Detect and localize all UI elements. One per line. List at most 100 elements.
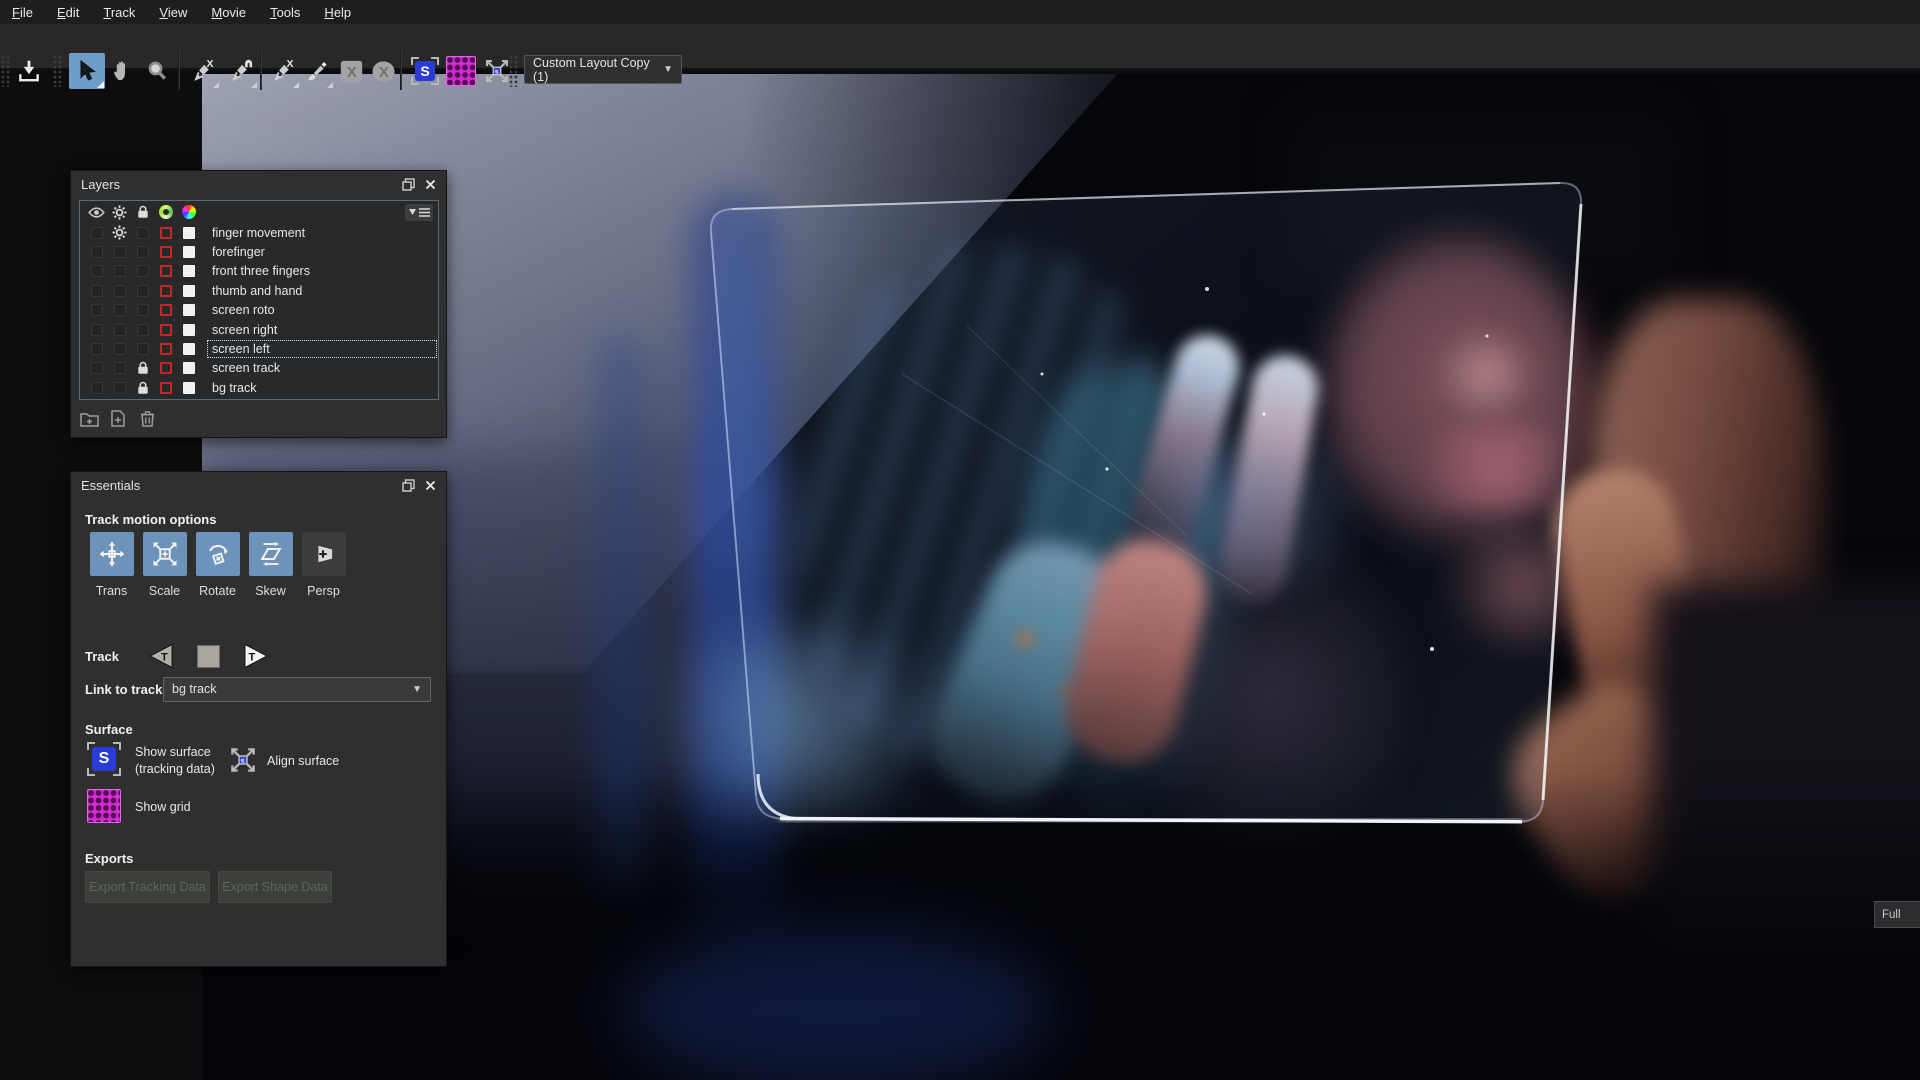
- motion-shear-button[interactable]: [249, 532, 293, 576]
- motion-scale-button[interactable]: [143, 532, 187, 576]
- layer-row[interactable]: screen roto: [80, 301, 438, 320]
- layer-spline-color-swatch[interactable]: [154, 262, 177, 281]
- layer-lock-cell[interactable]: [131, 262, 154, 281]
- menu-tools[interactable]: Tools: [270, 5, 300, 20]
- layer-row[interactable]: bg track: [80, 378, 438, 397]
- layer-gear-cell[interactable]: [108, 242, 131, 261]
- align-surface-label[interactable]: Align surface: [267, 753, 339, 770]
- create-xspline-tool-button[interactable]: X: [186, 53, 220, 89]
- lock-icon[interactable]: [131, 205, 154, 219]
- ring-gradient-icon[interactable]: [154, 205, 177, 219]
- motion-translation-button[interactable]: [90, 532, 134, 576]
- layer-row[interactable]: thumb and hand: [80, 281, 438, 300]
- dock-panel-icon[interactable]: [402, 178, 415, 191]
- track-backwards-button[interactable]: T: [145, 643, 175, 669]
- layer-gear-cell[interactable]: [108, 262, 131, 281]
- essentials-panel-titlebar[interactable]: Essentials: [71, 472, 446, 498]
- layer-matte-swatch[interactable]: [177, 262, 200, 281]
- layer-name[interactable]: forefinger: [212, 245, 265, 259]
- motion-perspective-button[interactable]: [302, 532, 346, 576]
- menu-track[interactable]: Track: [103, 5, 135, 20]
- show-grid-toggle[interactable]: [444, 53, 478, 89]
- align-surface-button[interactable]: s: [480, 53, 514, 89]
- layer-lock-cell[interactable]: [131, 223, 154, 242]
- save-button[interactable]: [12, 53, 46, 89]
- link-to-track-dropdown[interactable]: bg track ▼: [163, 677, 431, 702]
- layer-visibility-cell[interactable]: [85, 339, 108, 358]
- layer-row[interactable]: forefinger: [80, 242, 438, 261]
- layer-visibility-cell[interactable]: [85, 223, 108, 242]
- layer-matte-swatch[interactable]: [177, 378, 200, 397]
- layer-row[interactable]: screen track: [80, 359, 438, 378]
- layer-spline-color-swatch[interactable]: [154, 378, 177, 397]
- layer-row[interactable]: screen left: [80, 339, 438, 358]
- layer-gear-cell[interactable]: [108, 359, 131, 378]
- menu-view[interactable]: View: [159, 5, 187, 20]
- layer-name[interactable]: screen right: [212, 323, 277, 337]
- zoom-tool-button[interactable]: [140, 53, 174, 89]
- layer-spline-color-swatch[interactable]: [154, 242, 177, 261]
- layer-matte-swatch[interactable]: [177, 281, 200, 300]
- brush-tool-button[interactable]: [300, 53, 334, 89]
- layer-visibility-cell[interactable]: [85, 242, 108, 261]
- layer-spline-color-swatch[interactable]: [154, 359, 177, 378]
- layer-gear-cell[interactable]: [108, 281, 131, 300]
- layer-name[interactable]: front three fingers: [212, 264, 310, 278]
- menu-edit[interactable]: Edit: [57, 5, 79, 20]
- layer-spline-color-swatch[interactable]: [154, 320, 177, 339]
- show-surface-toggle[interactable]: S: [408, 53, 442, 89]
- gear-icon[interactable]: [108, 205, 131, 220]
- track-forwards-button[interactable]: T: [242, 643, 272, 669]
- layer-matte-swatch[interactable]: [177, 223, 200, 242]
- layer-name[interactable]: screen track: [212, 361, 280, 375]
- menu-help[interactable]: Help: [324, 5, 351, 20]
- create-magnetic-spline-tool-button[interactable]: [224, 53, 258, 89]
- show-grid-button[interactable]: [87, 789, 121, 823]
- layer-gear-cell[interactable]: [108, 378, 131, 397]
- layer-name[interactable]: bg track: [212, 381, 256, 395]
- track-stop-button[interactable]: [197, 645, 220, 668]
- layers-panel-titlebar[interactable]: Layers: [71, 171, 446, 197]
- show-grid-label[interactable]: Show grid: [135, 799, 191, 816]
- viewer-canvas[interactable]: [202, 74, 1920, 1080]
- dock-panel-icon[interactable]: [402, 479, 415, 492]
- layer-gear-cell[interactable]: [108, 339, 131, 358]
- close-icon[interactable]: [425, 179, 436, 190]
- layer-visibility-cell[interactable]: [85, 359, 108, 378]
- export-shape-data-button[interactable]: Export Shape Data: [218, 871, 332, 903]
- layer-matte-swatch[interactable]: [177, 320, 200, 339]
- layer-row[interactable]: screen right: [80, 320, 438, 339]
- layer-lock-cell[interactable]: [131, 301, 154, 320]
- eye-icon[interactable]: [85, 207, 108, 218]
- layer-gear-cell[interactable]: [108, 223, 131, 242]
- layer-visibility-cell[interactable]: [85, 320, 108, 339]
- new-layer-button[interactable]: [108, 409, 128, 428]
- layer-row[interactable]: front three fingers: [80, 262, 438, 281]
- layer-gear-cell[interactable]: [108, 320, 131, 339]
- trash-icon[interactable]: [137, 409, 157, 428]
- layer-lock-cell[interactable]: [131, 281, 154, 300]
- layer-gear-cell[interactable]: [108, 301, 131, 320]
- layer-spline-color-swatch[interactable]: [154, 339, 177, 358]
- color-wheel-icon[interactable]: [177, 205, 200, 219]
- layer-name[interactable]: finger movement: [212, 226, 305, 240]
- ellipse-xspline-tool-button[interactable]: X: [366, 53, 400, 89]
- layer-menu-icon[interactable]: [405, 204, 433, 221]
- show-surface-button[interactable]: S: [87, 742, 121, 776]
- layer-name[interactable]: thumb and hand: [212, 284, 302, 298]
- layer-spline-color-swatch[interactable]: [154, 301, 177, 320]
- rect-xspline-tool-button[interactable]: X: [334, 53, 368, 89]
- layer-spline-color-swatch[interactable]: [154, 281, 177, 300]
- export-tracking-data-button[interactable]: Export Tracking Data: [85, 871, 210, 903]
- pan-tool-button[interactable]: [106, 53, 140, 89]
- layer-lock-cell[interactable]: [131, 242, 154, 261]
- layer-lock-cell[interactable]: [131, 359, 154, 378]
- motion-rotate-button[interactable]: [196, 532, 240, 576]
- layer-matte-swatch[interactable]: [177, 242, 200, 261]
- layout-dropdown[interactable]: Custom Layout Copy (1) ▼: [524, 55, 682, 84]
- layer-matte-swatch[interactable]: [177, 359, 200, 378]
- layer-name[interactable]: screen roto: [212, 303, 275, 317]
- menu-file[interactable]: File: [12, 5, 33, 20]
- layer-matte-swatch[interactable]: [177, 301, 200, 320]
- close-icon[interactable]: [425, 480, 436, 491]
